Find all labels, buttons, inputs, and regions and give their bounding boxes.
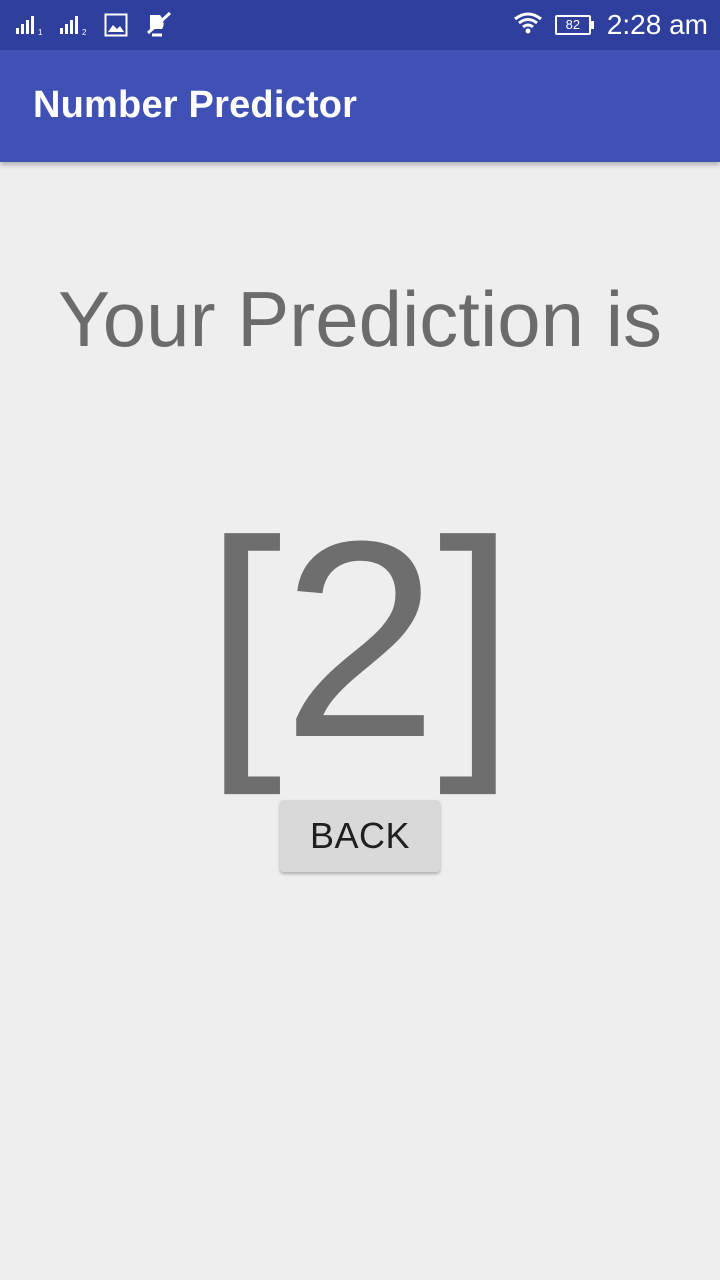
status-bar: 1 2 82 2:28 am: [0, 0, 720, 50]
svg-text:2: 2: [82, 28, 87, 36]
mute-icon: [142, 11, 174, 39]
battery-icon: 82: [554, 15, 594, 35]
back-button[interactable]: BACK: [280, 800, 440, 872]
app-bar: Number Predictor: [0, 50, 720, 162]
prediction-value: [2]: [204, 484, 516, 796]
svg-text:1: 1: [38, 28, 43, 36]
wifi-icon: [513, 11, 543, 40]
main-content: Your Prediction is [2] BACK: [0, 162, 720, 1280]
battery-level: 82: [565, 17, 581, 32]
prediction-heading: Your Prediction is: [57, 275, 663, 363]
clock: 2:28 am: [606, 9, 708, 40]
app-title: Number Predictor: [33, 84, 358, 126]
status-icons-left: 1 2: [16, 10, 188, 40]
signal-sim2-icon: 2: [60, 14, 90, 36]
status-icons-right: 82 2:28 am: [513, 0, 708, 50]
image-icon: [104, 13, 128, 37]
signal-sim1-icon: 1: [16, 14, 46, 36]
